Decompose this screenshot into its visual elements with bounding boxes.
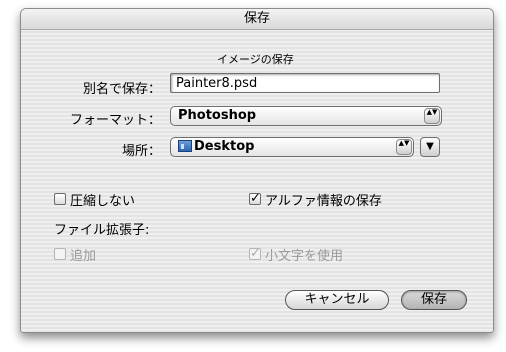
save-as-label: 別名で保存：	[82, 82, 161, 97]
format-label: フォーマット：	[69, 113, 161, 128]
append-extension-checkbox[interactable]	[54, 248, 66, 260]
check-icon: ✓	[250, 246, 261, 261]
append-extension-label: 追加	[70, 249, 97, 264]
lowercase-checkbox[interactable]: ✓	[249, 246, 261, 261]
location-label: 場所：	[121, 144, 161, 159]
location-popup[interactable]: Desktop ▲▼	[170, 137, 414, 157]
updown-arrows-icon: ▲▼	[396, 139, 412, 155]
dialog-title: 保存	[21, 9, 493, 30]
desktop-folder-icon	[178, 140, 192, 152]
expand-browser-button[interactable]: ▼	[420, 137, 440, 157]
save-button[interactable]: 保存	[401, 290, 467, 310]
extension-label: ファイル拡張子:	[54, 223, 150, 238]
compress-checkbox[interactable]	[54, 193, 66, 205]
save-dialog: 保存 イメージの保存 別名で保存： Painter8.psd フォーマット： P…	[20, 8, 494, 333]
updown-arrows-icon: ▲▼	[424, 108, 440, 124]
section-title: イメージの保存	[217, 53, 294, 66]
check-icon: ✓	[250, 191, 261, 206]
chevron-down-icon: ▼	[426, 141, 434, 152]
compress-label: 圧縮しない	[70, 194, 136, 209]
location-selected: Desktop	[194, 139, 255, 154]
lowercase-label: 小文字を使用	[265, 249, 344, 264]
alpha-label: アルファ情報の保存	[265, 194, 382, 209]
format-selected: Photoshop	[178, 108, 257, 123]
filename-input[interactable]: Painter8.psd	[170, 73, 440, 93]
alpha-checkbox[interactable]: ✓	[249, 191, 261, 206]
format-popup[interactable]: Photoshop ▲▼	[170, 106, 442, 126]
cancel-button[interactable]: キャンセル	[285, 290, 389, 310]
